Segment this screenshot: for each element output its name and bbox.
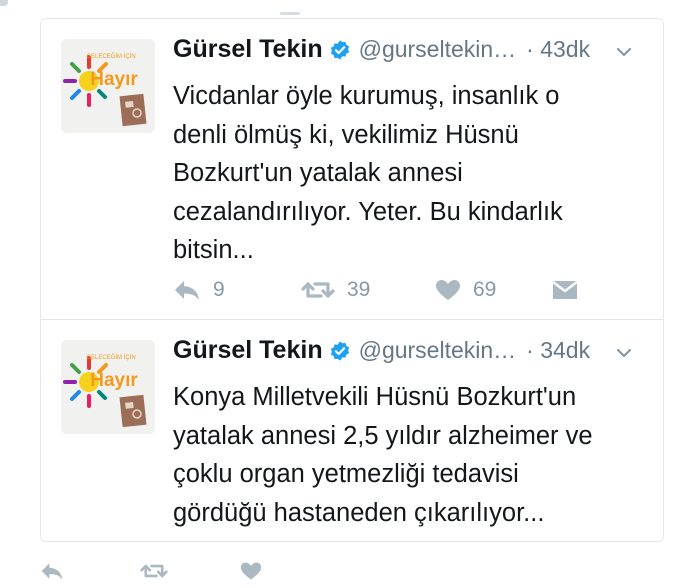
author-handle[interactable]: @gurseltekin… [359,36,517,62]
tweet-text: Konya Milletvekili Hüsnü Bozkurt'un yata… [173,383,593,527]
like-button[interactable]: 69 [435,275,496,305]
retweet-button[interactable]: 39 [301,275,370,305]
retweet-icon [301,282,335,298]
heart-icon [240,562,262,580]
conversation-actions [40,556,340,582]
svg-text:GELECEĞİM İÇİN: GELECEĞİM İÇİN [86,354,135,361]
retweet-icon [140,564,168,578]
heart-icon [436,280,460,300]
reply-icon [175,281,199,300]
tweet-actions: 9 39 69 [173,275,633,305]
envelope-icon [552,281,578,299]
svg-text:GELECEĞİM İÇİN: GELECEĞİM İÇİN [86,53,135,60]
like-count: 69 [473,278,497,301]
avatar[interactable]: GELECEĞİM İÇİN Hayır [61,340,155,434]
author-name[interactable]: Gürsel Tekin [173,35,323,63]
hayir-logo-image: GELECEĞİM İÇİN Hayır [61,340,155,434]
tweet-header: Gürsel Tekin @gurseltekin… · 34dk [173,336,653,370]
hayir-logo-image: GELECEĞİM İÇİN Hayır [61,39,155,133]
tweet[interactable]: GELECEĞİM İÇİN Hayır Gürsel Tekin @gursel… [41,320,663,542]
retweet-count: 39 [347,278,371,301]
conversation-thread: GELECEĞİM İÇİN Hayır Gürsel Tekin @gursel… [40,18,664,542]
reply-count: 9 [213,278,225,301]
reply-button[interactable]: 9 [173,275,225,305]
like-button[interactable] [240,556,262,586]
chevron-down-icon[interactable] [615,344,633,362]
author-handle[interactable]: @gurseltekin… [359,337,517,363]
svg-text:Hayır: Hayır [90,370,138,391]
chevron-down-icon[interactable] [615,43,633,61]
direct-message-button[interactable] [551,275,579,305]
avatar[interactable]: GELECEĞİM İÇİN Hayır [61,39,155,133]
previous-tweet-fragment [0,0,690,18]
tweet-timestamp[interactable]: · 43dk [526,36,590,62]
previous-tweet-edge [280,12,300,15]
previous-tweet-edge [0,0,8,6]
reply-icon [41,563,63,580]
reply-button[interactable] [40,556,64,586]
tweet-text: Vicdanlar öyle kurumuş, insanlık o denli… [173,82,563,264]
tweet[interactable]: GELECEĞİM İÇİN Hayır Gürsel Tekin @gursel… [41,19,663,320]
retweet-button[interactable] [140,556,168,586]
verified-badge-icon [330,340,349,361]
verified-badge-icon [330,39,349,60]
author-name[interactable]: Gürsel Tekin [173,336,323,364]
tweet-timestamp[interactable]: · 34dk [526,337,590,363]
tweet-header: Gürsel Tekin @gurseltekin… · 43dk [173,35,653,69]
svg-text:Hayır: Hayır [90,69,138,90]
